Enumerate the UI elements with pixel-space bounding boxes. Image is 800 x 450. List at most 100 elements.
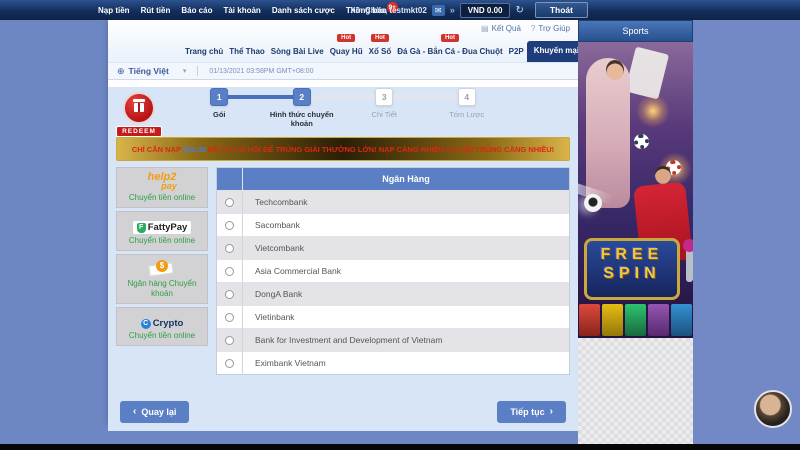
back-button-label: Quay lại (141, 407, 176, 417)
help-icon: ? (531, 24, 535, 33)
fireworks-icon (636, 94, 670, 128)
step-number: 4 (458, 88, 476, 106)
crypto-logo: Crypto (153, 318, 184, 329)
bank-radio[interactable] (225, 336, 234, 345)
bank-name: Techcombank (243, 197, 569, 207)
table-row[interactable]: Techcombank (217, 190, 569, 213)
payment-method-label: Chuyển tiền online (119, 193, 205, 203)
bottom-black-strip (0, 444, 800, 450)
table-row[interactable]: Bank for Investment and Development of V… (217, 328, 569, 351)
back-button[interactable]: ‹ Quay lại (120, 401, 189, 423)
menu-report[interactable]: Báo cáo (181, 6, 212, 15)
collapse-chevrons-icon[interactable]: » (450, 5, 455, 15)
radio-column-header (217, 168, 243, 190)
tab-da-ga-ban-ca-dua-chuot[interactable]: Hot Đá Gà - Bắn Cá - Đua Chuột (394, 44, 505, 62)
avatar[interactable] (754, 390, 792, 428)
banner-amount: 250.00 (183, 145, 206, 154)
menu-bet-list[interactable]: Danh sách cược (272, 6, 335, 15)
step-number: 2 (293, 88, 311, 106)
chevron-right-icon: › (550, 407, 553, 417)
refresh-icon[interactable]: ↻ (515, 5, 523, 16)
nav-utility-links: ▤ Kết Quả ? Trợ Giúp (481, 24, 570, 33)
menu-account[interactable]: Tài khoản (223, 6, 260, 15)
bank-radio[interactable] (225, 313, 234, 322)
menu-deposit[interactable]: Nạp tiền (98, 6, 130, 15)
bank-name: Sacombank (243, 220, 569, 230)
results-link[interactable]: ▤ Kết Quả (481, 24, 521, 33)
bank-name: Asia Commercial Bank (243, 266, 569, 276)
tab-label: P2P (509, 47, 524, 56)
overlay-background (693, 20, 800, 444)
user-area: Xin Chào, testmkt02 ✉ » VND 0.00 ↻ Thoát (350, 0, 588, 20)
hot-badge: Hot (371, 34, 389, 42)
promo-model-figure (586, 58, 630, 208)
promo-sidebar: Sports FREE SPIN (578, 20, 693, 444)
content-panel: REDEEM 1 Gói 2 Hình thức chuyển khoản 3 … (108, 87, 578, 431)
step-summary: 4 Tóm Lược (426, 87, 509, 128)
bank-radio[interactable] (225, 359, 234, 368)
top-bar: Nạp tiền Rút tiền Báo cáo Tài khoản Danh… (0, 0, 800, 20)
table-row[interactable]: Sacombank (217, 213, 569, 236)
step-transfer-method: 2 Hình thức chuyển khoản (261, 87, 344, 128)
tab-p2p[interactable]: P2P (506, 44, 527, 62)
tab-quay-hu[interactable]: Hot Quay Hũ (327, 44, 366, 62)
crypto-icon: C (141, 319, 151, 329)
football-player-head (655, 166, 671, 184)
chevron-left-icon: ‹ (133, 407, 136, 417)
table-row[interactable]: Vietcombank (217, 236, 569, 259)
table-header: Ngân Hàng (217, 168, 569, 190)
balance-display: VND 0.00 (460, 3, 511, 18)
bank-name: Bank for Investment and Development of V… (243, 335, 569, 345)
menu-withdraw[interactable]: Rút tiền (141, 6, 171, 15)
promo-model-head (606, 60, 624, 80)
bank-radio[interactable] (225, 221, 234, 230)
payment-method-label: Chuyển tiền online (119, 236, 205, 246)
logout-button[interactable]: Thoát (535, 2, 588, 18)
chevron-down-icon[interactable]: ▾ (183, 67, 187, 75)
payment-method-bank-transfer[interactable]: $ Ngân hàng Chuyển khoản (116, 254, 208, 304)
table-row[interactable]: Vietinbank (217, 305, 569, 328)
promotion-banner: CHỈ CẦN NẠP 250.00 ĐỂ CÓ CƠ HỘI ĐỂ TRÚNG… (116, 137, 570, 161)
help-link[interactable]: ? Trợ Giúp (531, 24, 570, 33)
tab-song-bai-live[interactable]: Sòng Bài Live (268, 44, 327, 62)
bank-radio[interactable] (225, 198, 234, 207)
tab-label: Xổ Số (369, 47, 392, 56)
help-label: Trợ Giúp (538, 24, 570, 33)
free-spin-slot: FREE SPIN (584, 238, 680, 300)
step-package: 1 Gói (178, 87, 261, 128)
bank-radio[interactable] (225, 267, 234, 276)
tab-trang-chu[interactable]: Trang chủ (182, 44, 226, 62)
help2pay-logo: pay (133, 182, 205, 191)
bank-table: Ngân Hàng Techcombank Sacombank Vietcomb… (216, 167, 570, 375)
payment-method-fattypay[interactable]: F FattyPay Chuyển tiền online (116, 211, 208, 251)
mail-icon[interactable]: ✉ (432, 5, 445, 16)
user-greeting: Xin Chào, testmkt02 (350, 6, 426, 15)
continue-button[interactable]: Tiếp tục › (497, 401, 566, 423)
table-row[interactable]: Asia Commercial Bank (217, 259, 569, 282)
payment-method-label: Chuyển tiền online (119, 331, 205, 341)
bank-radio[interactable] (225, 290, 234, 299)
table-row[interactable]: DongA Bank (217, 282, 569, 305)
tab-xo-so[interactable]: Hot Xổ Số (366, 44, 395, 62)
tab-the-thao[interactable]: Thể Thao (226, 44, 268, 62)
promo-image[interactable]: FREE SPIN (578, 42, 693, 338)
slot-lever-icon (686, 248, 693, 282)
language-bar: ⊕ Tiếng Việt ▾ 01/13/2021 03:58PM GMT+08… (108, 62, 578, 80)
gift-icon (123, 92, 155, 124)
sports-header[interactable]: Sports (578, 20, 693, 42)
redeem-logo: REDEEM (116, 92, 162, 137)
language-selector[interactable]: Tiếng Việt (129, 66, 169, 76)
fattypay-logo: FattyPay (148, 222, 188, 233)
soccer-ball-icon (584, 194, 602, 212)
bank-radio[interactable] (225, 244, 234, 253)
bank-name: Vietinbank (243, 312, 569, 322)
selection-area: help2 pay Chuyển tiền online F FattyPay … (116, 167, 570, 375)
step-number: 1 (210, 88, 228, 106)
payment-method-help2pay[interactable]: help2 pay Chuyển tiền online (116, 167, 208, 208)
payment-method-crypto[interactable]: C Crypto Chuyển tiền online (116, 307, 208, 346)
globe-icon: ⊕ (117, 66, 125, 77)
table-row[interactable]: Eximbank Vietnam (217, 351, 569, 374)
banner-text: ĐỂ CÓ CƠ HỘI ĐỂ TRÚNG GIẢI THƯỞNG LỚN! N… (208, 145, 554, 154)
payment-method-label: Ngân hàng Chuyển khoản (119, 279, 205, 299)
money-icon: $ (149, 260, 175, 276)
